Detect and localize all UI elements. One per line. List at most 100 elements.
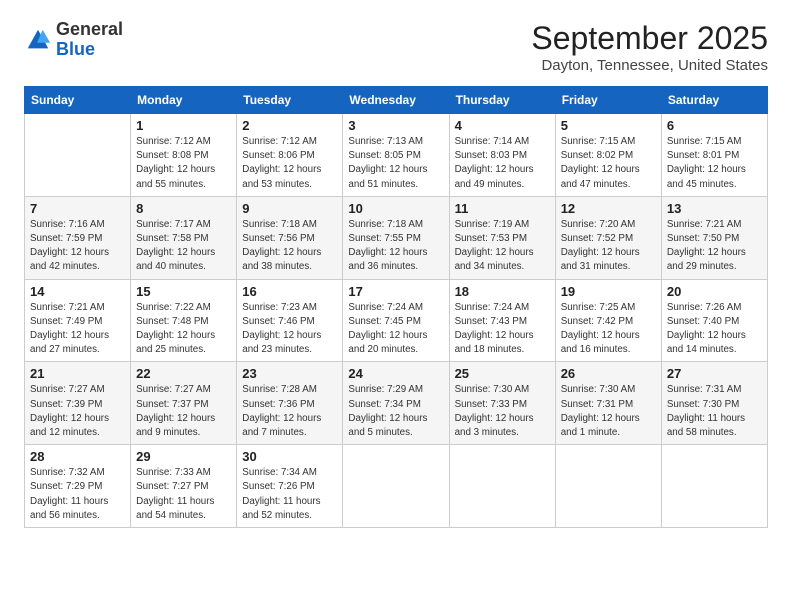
calendar-cell: 21Sunrise: 7:27 AM Sunset: 7:39 PM Dayli… (25, 362, 131, 445)
calendar-cell (449, 445, 555, 528)
calendar-cell: 23 Sunrise: 7:28 AM Sunset: 7:36 PM Dayli… (237, 362, 343, 445)
day-info: Sunrise: 7:15 AM Sunset: 8:02 PM Dayligh… (561, 135, 656, 192)
day-info: Sunrise: 7:27 AM Sunset: 7:37 PM Dayligh… (136, 383, 231, 440)
day-number: 19 (561, 284, 656, 299)
day-info: Sunrise: 7:12 AM Sunset: 8:06 PM Dayligh… (242, 135, 337, 192)
calendar-cell (555, 445, 661, 528)
day-number: 9 (242, 201, 337, 216)
day-number: 22 (136, 366, 231, 381)
day-number: 15 (136, 284, 231, 299)
calendar-cell: 14 Sunrise: 7:21 AM Sunset: 7:49 PM Dayli… (25, 279, 131, 362)
day-info: Sunrise: 7:31 AM Sunset: 7:30 PM Dayligh… (667, 383, 762, 440)
calendar-cell: 6 Sunrise: 7:15 AM Sunset: 8:01 PM Daylig… (661, 114, 767, 197)
day-info: Sunrise: 7:12 AM Sunset: 8:08 PM Dayligh… (136, 135, 231, 192)
day-info: Sunrise: 7:30 AM Sunset: 7:31 PM Dayligh… (561, 383, 656, 440)
day-number: 16 (242, 284, 337, 299)
calendar-cell: 13 Sunrise: 7:21 AM Sunset: 7:50 PM Dayli… (661, 196, 767, 279)
calendar-cell (661, 445, 767, 528)
weekday-header-tuesday: Tuesday (237, 87, 343, 114)
day-number: 18 (455, 284, 550, 299)
day-number: 27 (667, 366, 762, 381)
day-info: Sunrise: 7:34 AM Sunset: 7:26 PM Dayligh… (242, 466, 337, 523)
day-info: Sunrise: 7:16 AM Sunset: 7:59 PM Dayligh… (30, 218, 125, 275)
day-info: Sunrise: 7:22 AM Sunset: 7:48 PM Dayligh… (136, 301, 231, 358)
calendar-cell: 15 Sunrise: 7:22 AM Sunset: 7:48 PM Dayli… (131, 279, 237, 362)
day-number: 10 (348, 201, 443, 216)
day-info: Sunrise: 7:33 AM Sunset: 7:27 PM Dayligh… (136, 466, 231, 523)
calendar-cell: 17 Sunrise: 7:24 AM Sunset: 7:45 PM Dayli… (343, 279, 449, 362)
day-info: Sunrise: 7:25 AM Sunset: 7:42 PM Dayligh… (561, 301, 656, 358)
day-number: 6 (667, 118, 762, 133)
weekday-header-thursday: Thursday (449, 87, 555, 114)
calendar-cell (343, 445, 449, 528)
calendar-week-row: 1Sunrise: 7:12 AM Sunset: 8:08 PM Daylig… (25, 114, 768, 197)
calendar-cell: 9 Sunrise: 7:18 AM Sunset: 7:56 PM Daylig… (237, 196, 343, 279)
day-info: Sunrise: 7:24 AM Sunset: 7:45 PM Dayligh… (348, 301, 443, 358)
calendar-cell: 2 Sunrise: 7:12 AM Sunset: 8:06 PM Daylig… (237, 114, 343, 197)
day-info: Sunrise: 7:19 AM Sunset: 7:53 PM Dayligh… (455, 218, 550, 275)
weekday-header-sunday: Sunday (25, 87, 131, 114)
day-number: 8 (136, 201, 231, 216)
calendar-cell: 19 Sunrise: 7:25 AM Sunset: 7:42 PM Dayli… (555, 279, 661, 362)
calendar-cell: 30 Sunrise: 7:34 AM Sunset: 7:26 PM Dayli… (237, 445, 343, 528)
day-number: 13 (667, 201, 762, 216)
day-number: 28 (30, 449, 125, 464)
month-title: September 2025 (531, 20, 768, 57)
day-number: 2 (242, 118, 337, 133)
calendar-cell: 29 Sunrise: 7:33 AM Sunset: 7:27 PM Dayli… (131, 445, 237, 528)
day-info: Sunrise: 7:21 AM Sunset: 7:50 PM Dayligh… (667, 218, 762, 275)
calendar-cell: 20 Sunrise: 7:26 AM Sunset: 7:40 PM Dayli… (661, 279, 767, 362)
calendar-cell (25, 114, 131, 197)
weekday-header-saturday: Saturday (661, 87, 767, 114)
calendar-cell: 3Sunrise: 7:13 AM Sunset: 8:05 PM Daylig… (343, 114, 449, 197)
weekday-header-monday: Monday (131, 87, 237, 114)
calendar-cell: 27 Sunrise: 7:31 AM Sunset: 7:30 PM Dayli… (661, 362, 767, 445)
calendar-week-row: 14 Sunrise: 7:21 AM Sunset: 7:49 PM Dayli… (25, 279, 768, 362)
calendar-week-row: 21Sunrise: 7:27 AM Sunset: 7:39 PM Dayli… (25, 362, 768, 445)
calendar-cell: 7 Sunrise: 7:16 AM Sunset: 7:59 PM Daylig… (25, 196, 131, 279)
day-number: 7 (30, 201, 125, 216)
weekday-header-wednesday: Wednesday (343, 87, 449, 114)
day-number: 21 (30, 366, 125, 381)
day-number: 5 (561, 118, 656, 133)
day-number: 17 (348, 284, 443, 299)
day-number: 12 (561, 201, 656, 216)
day-info: Sunrise: 7:28 AM Sunset: 7:36 PM Dayligh… (242, 383, 337, 440)
day-info: Sunrise: 7:15 AM Sunset: 8:01 PM Dayligh… (667, 135, 762, 192)
day-number: 23 (242, 366, 337, 381)
calendar-cell: 16 Sunrise: 7:23 AM Sunset: 7:46 PM Dayli… (237, 279, 343, 362)
page-header: General Blue September 2025 Dayton, Tenn… (24, 20, 768, 74)
calendar-cell: 18 Sunrise: 7:24 AM Sunset: 7:43 PM Dayli… (449, 279, 555, 362)
day-number: 14 (30, 284, 125, 299)
calendar-cell: 1Sunrise: 7:12 AM Sunset: 8:08 PM Daylig… (131, 114, 237, 197)
day-info: Sunrise: 7:14 AM Sunset: 8:03 PM Dayligh… (455, 135, 550, 192)
calendar-cell: 12 Sunrise: 7:20 AM Sunset: 7:52 PM Dayli… (555, 196, 661, 279)
day-info: Sunrise: 7:18 AM Sunset: 7:56 PM Dayligh… (242, 218, 337, 275)
day-info: Sunrise: 7:23 AM Sunset: 7:46 PM Dayligh… (242, 301, 337, 358)
calendar-cell: 24 Sunrise: 7:29 AM Sunset: 7:34 PM Dayli… (343, 362, 449, 445)
day-info: Sunrise: 7:20 AM Sunset: 7:52 PM Dayligh… (561, 218, 656, 275)
day-info: Sunrise: 7:26 AM Sunset: 7:40 PM Dayligh… (667, 301, 762, 358)
day-info: Sunrise: 7:21 AM Sunset: 7:49 PM Dayligh… (30, 301, 125, 358)
calendar-cell: 11Sunrise: 7:19 AM Sunset: 7:53 PM Dayli… (449, 196, 555, 279)
day-info: Sunrise: 7:24 AM Sunset: 7:43 PM Dayligh… (455, 301, 550, 358)
weekday-header-friday: Friday (555, 87, 661, 114)
day-number: 30 (242, 449, 337, 464)
calendar-week-row: 28 Sunrise: 7:32 AM Sunset: 7:29 PM Dayli… (25, 445, 768, 528)
day-number: 3 (348, 118, 443, 133)
logo-general-text: General (56, 19, 123, 39)
day-number: 29 (136, 449, 231, 464)
location-text: Dayton, Tennessee, United States (531, 57, 768, 74)
calendar-cell: 10Sunrise: 7:18 AM Sunset: 7:55 PM Dayli… (343, 196, 449, 279)
day-info: Sunrise: 7:29 AM Sunset: 7:34 PM Dayligh… (348, 383, 443, 440)
logo-icon (24, 26, 52, 54)
calendar-cell: 28 Sunrise: 7:32 AM Sunset: 7:29 PM Dayli… (25, 445, 131, 528)
calendar-cell: 5 Sunrise: 7:15 AM Sunset: 8:02 PM Daylig… (555, 114, 661, 197)
day-number: 4 (455, 118, 550, 133)
weekday-header-row: SundayMondayTuesdayWednesdayThursdayFrid… (25, 87, 768, 114)
logo-blue-text: Blue (56, 39, 95, 59)
day-info: Sunrise: 7:32 AM Sunset: 7:29 PM Dayligh… (30, 466, 125, 523)
calendar-cell: 22 Sunrise: 7:27 AM Sunset: 7:37 PM Dayli… (131, 362, 237, 445)
day-number: 24 (348, 366, 443, 381)
day-number: 20 (667, 284, 762, 299)
